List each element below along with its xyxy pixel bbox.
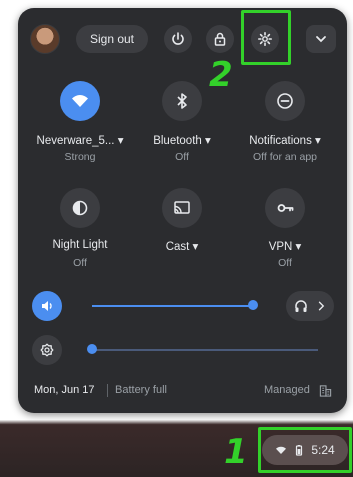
- collapse-button[interactable]: [306, 25, 336, 53]
- volume-icon: [42, 301, 52, 311]
- volume-slider-thumb[interactable]: [247, 300, 258, 310]
- bluetooth-icon: [177, 93, 187, 109]
- step-2-marker: 2: [209, 55, 233, 95]
- cast-toggle[interactable]: [162, 188, 202, 228]
- brightness-button: [32, 335, 62, 365]
- step-1-marker: 1: [224, 432, 248, 472]
- vpn-label[interactable]: VPN ▾: [235, 239, 335, 253]
- vpn-key-icon: [277, 204, 294, 212]
- notifications-off-icon: [277, 93, 293, 109]
- headphones-icon: [295, 300, 307, 312]
- chevron-right-icon: [318, 301, 325, 311]
- battery-status[interactable]: Battery full: [115, 384, 167, 396]
- audio-settings-button[interactable]: [286, 291, 334, 321]
- date-label[interactable]: Mon, Jun 17: [34, 384, 95, 396]
- managed-label[interactable]: Managed: [264, 384, 310, 396]
- tray-highlight-box: [258, 427, 352, 473]
- volume-mute-button[interactable]: [32, 291, 62, 321]
- volume-slider[interactable]: [92, 305, 256, 307]
- lock-button[interactable]: [206, 25, 234, 53]
- chevron-down-icon: [316, 36, 326, 43]
- wifi-status: Strong: [64, 151, 96, 163]
- cast-label[interactable]: Cast ▾: [132, 239, 232, 253]
- vpn-status: Off: [278, 257, 292, 269]
- footer-divider: [107, 384, 108, 397]
- lock-icon: [214, 32, 226, 46]
- user-avatar[interactable]: [30, 24, 60, 54]
- brightness-slider-thumb[interactable]: [87, 344, 97, 354]
- enterprise-building-icon: [319, 385, 332, 397]
- night-light-status: Off: [73, 257, 87, 269]
- night-light-label[interactable]: Night Light: [30, 239, 130, 251]
- wifi-label[interactable]: Neverware_5... ▾: [30, 133, 130, 147]
- notifications-status: Off for an app: [252, 151, 317, 163]
- bluetooth-status: Off: [175, 151, 189, 163]
- night-light-icon: [72, 200, 88, 216]
- wifi-toggle[interactable]: [60, 81, 100, 121]
- sign-out-button[interactable]: Sign out: [76, 25, 148, 53]
- bluetooth-label[interactable]: Bluetooth ▾: [132, 133, 232, 147]
- brightness-slider[interactable]: [92, 349, 318, 351]
- vpn-toggle[interactable]: [265, 188, 305, 228]
- notifications-label[interactable]: Notifications ▾: [235, 133, 335, 147]
- cast-icon: [174, 201, 190, 214]
- power-button[interactable]: [164, 25, 192, 53]
- bluetooth-toggle[interactable]: [162, 81, 202, 121]
- night-light-toggle[interactable]: [60, 188, 100, 228]
- quick-settings-panel: Sign out Neverware_5... ▾ Strong Bluetoo…: [18, 8, 347, 413]
- settings-highlight-box: [241, 10, 291, 65]
- notifications-toggle[interactable]: [265, 81, 305, 121]
- wifi-icon: [72, 95, 88, 108]
- brightness-icon: [40, 343, 54, 357]
- power-icon: [172, 32, 184, 45]
